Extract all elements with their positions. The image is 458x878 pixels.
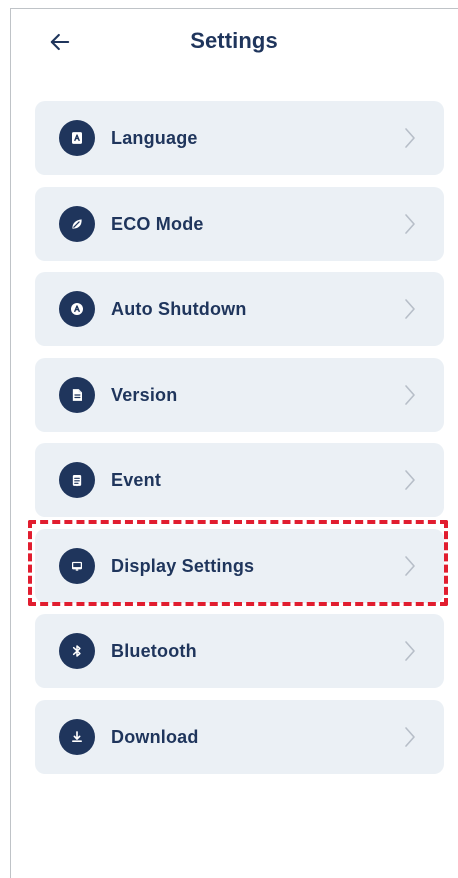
settings-menu: Language ECO Mode Auto Shutdown Version …: [35, 101, 444, 774]
download-icon: [59, 718, 95, 755]
event-icon: [59, 462, 95, 498]
settings-item-display-settings[interactable]: Display Settings: [35, 528, 444, 603]
auto-shutdown-icon: [59, 291, 95, 327]
chevron-right-icon: [402, 211, 418, 237]
chevron-right-icon: [402, 724, 418, 750]
settings-item-label: Download: [111, 726, 199, 747]
chevron-right-icon: [402, 125, 418, 151]
settings-item-auto-shutdown[interactable]: Auto Shutdown: [35, 272, 444, 346]
settings-item-download[interactable]: Download: [35, 699, 444, 774]
settings-item-label: Bluetooth: [111, 641, 197, 661]
settings-item-label: Auto Shutdown: [111, 299, 247, 319]
settings-item-label: Event: [111, 470, 162, 490]
language-icon: [59, 120, 95, 156]
header: Settings: [10, 8, 458, 80]
chevron-right-icon: [402, 296, 418, 322]
document-icon: [59, 376, 95, 413]
chevron-right-icon: [402, 638, 418, 664]
chevron-right-icon: [402, 553, 418, 579]
settings-item-language[interactable]: Language: [35, 101, 444, 175]
display-icon: [59, 547, 95, 584]
chevron-right-icon: [402, 382, 418, 408]
settings-item-label: ECO Mode: [111, 213, 204, 234]
bluetooth-icon: [59, 633, 95, 669]
settings-item-label: Display Settings: [111, 555, 255, 576]
settings-item-label: Version: [111, 384, 178, 405]
settings-item-event[interactable]: Event: [35, 443, 444, 517]
settings-item-bluetooth[interactable]: Bluetooth: [35, 614, 444, 688]
frame-left-border: [10, 8, 11, 878]
settings-screen: Settings Language ECO Mode Auto Shutdown…: [0, 0, 458, 878]
leaf-icon: [59, 205, 95, 242]
settings-item-version[interactable]: Version: [35, 357, 444, 432]
page-title: Settings: [190, 28, 278, 53]
settings-item-label: Language: [111, 128, 198, 148]
chevron-right-icon: [402, 467, 418, 493]
settings-item-eco-mode[interactable]: ECO Mode: [35, 186, 444, 261]
